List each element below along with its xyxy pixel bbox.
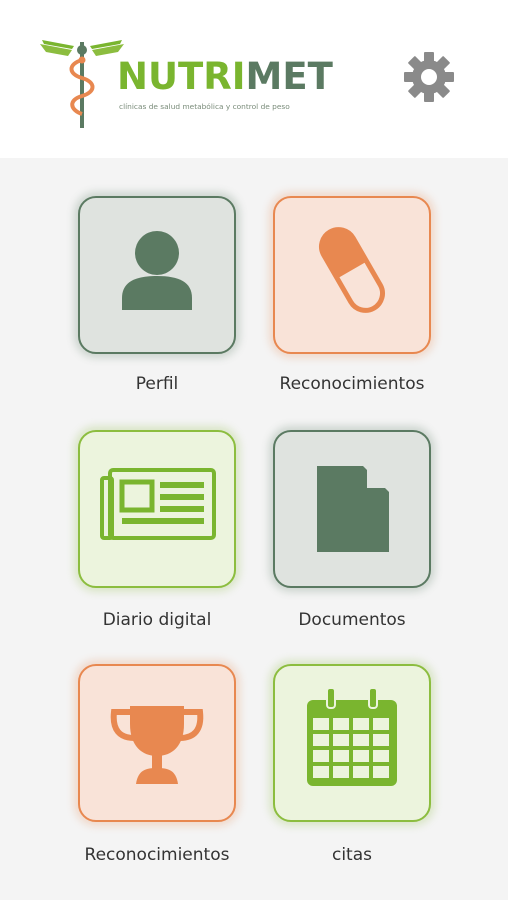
tile-label-citas: citas [331,845,372,865]
tile-diario-digital[interactable] [78,430,236,588]
pill-icon [319,227,385,313]
caduceus-logo-icon [40,40,124,128]
tile-label-diario-digital: Diario digital [102,610,212,630]
tile-perfil[interactable] [78,196,236,354]
tile-citas[interactable] [273,664,431,822]
brand-name-part1: NUTRI [117,55,246,98]
brand-tagline: clínicas de salud metabólica y control d… [119,102,290,111]
gear-icon[interactable] [402,50,456,104]
tile-label-reconocimientos-2: Reconocimientos [84,845,230,865]
tile-label-reconocimientos-1: Reconocimientos [279,374,425,394]
brand-name: NUTRIMET [117,58,333,95]
tile-documentos[interactable] [273,430,431,588]
tile-reconocimientos-2[interactable] [78,664,236,822]
calendar-icon [307,687,397,786]
app-header: NUTRIMET clínicas de salud metabólica y … [0,0,508,158]
tile-label-perfil: Perfil [135,374,179,394]
user-icon [122,231,192,310]
document-icon [317,466,389,552]
newspaper-icon [100,468,216,540]
brand-name-part2: MET [245,55,333,98]
trophy-icon [110,706,204,784]
tile-label-documentos: Documentos [298,610,406,630]
tile-reconocimientos-1[interactable] [273,196,431,354]
